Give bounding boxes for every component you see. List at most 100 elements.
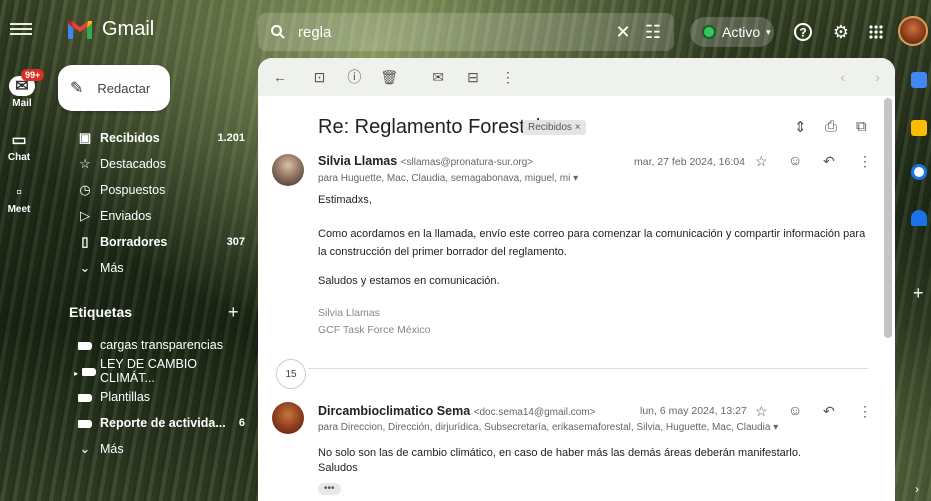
message-panel: ← ⊡ ⓘ 🗑 ✉ ⊟ ⋮ ‹ › Re: Reglamento Foresta… bbox=[258, 58, 895, 501]
compose-button[interactable]: ✎ Redactar bbox=[58, 65, 170, 111]
status-label: Activo bbox=[722, 24, 761, 40]
status-selector[interactable]: Activo ▾ bbox=[690, 17, 774, 47]
rail-mail-label: Mail bbox=[12, 98, 32, 109]
collapsed-divider bbox=[308, 368, 868, 369]
sender-avatar bbox=[272, 402, 304, 434]
move-to-icon[interactable]: ⊟ bbox=[456, 69, 491, 86]
search-input[interactable]: regla bbox=[298, 24, 608, 41]
scrollbar[interactable] bbox=[884, 98, 892, 338]
mail-badge: 99+ bbox=[21, 69, 45, 81]
label-item[interactable]: Plantillas bbox=[70, 385, 245, 409]
chevron-down-icon: ⌄ bbox=[79, 441, 91, 456]
label-item[interactable]: ▸ LEY DE CAMBIO CLIMÁT... bbox=[70, 357, 245, 385]
app-name: Gmail bbox=[102, 18, 155, 40]
expand-side-panel-icon[interactable]: › bbox=[915, 482, 919, 496]
message-body-1: Como acordamos en la llamada, envío este… bbox=[318, 228, 866, 258]
message-date-1: mar, 27 feb 2024, 16:04 bbox=[634, 156, 745, 168]
main-menu-button[interactable] bbox=[10, 20, 32, 38]
open-new-window-icon[interactable]: ⧉ bbox=[856, 118, 867, 135]
label-tag-icon bbox=[78, 393, 92, 402]
gmail-m-icon bbox=[68, 20, 92, 39]
reply-icon[interactable]: ↶ bbox=[823, 153, 835, 170]
account-avatar[interactable] bbox=[898, 16, 928, 46]
more-options-icon[interactable]: ⋮ bbox=[490, 69, 525, 86]
recipients-2[interactable]: para Direccion, Dirección, dirjurídica, … bbox=[318, 422, 778, 433]
inbox-label-chip[interactable]: Recibidos × bbox=[523, 120, 586, 135]
gmail-logo[interactable]: Gmail bbox=[66, 18, 154, 41]
recipients-1[interactable]: para Huguette, Mac, Claudia, semagabonav… bbox=[318, 173, 578, 184]
label-tag-icon bbox=[78, 341, 92, 350]
nav-item-destacados[interactable]: ☆ Destacados bbox=[70, 152, 245, 176]
nav-item-enviados[interactable]: ▷ Enviados bbox=[70, 204, 245, 228]
more-icon[interactable]: ⋮ bbox=[858, 403, 872, 420]
report-spam-icon[interactable]: ⓘ bbox=[337, 67, 372, 87]
star-icon[interactable]: ☆ bbox=[755, 403, 768, 420]
nav-item-recibidos[interactable]: ▣ Recibidos 1.201 bbox=[70, 126, 245, 150]
label-item[interactable]: Reporte de activida... 6 bbox=[70, 411, 245, 435]
sender-name-2: Dircambioclimatico Sema <doc.sema14@gmai… bbox=[318, 404, 596, 418]
sender-name-1: Silvia Llamas <sllamas@pronatura-sur.org… bbox=[318, 154, 534, 168]
search-icon[interactable] bbox=[270, 24, 286, 40]
newer-icon[interactable]: ‹ bbox=[825, 69, 860, 85]
expand-all-icon[interactable]: ⇕ bbox=[794, 118, 807, 136]
label-item[interactable]: cargas transparencias bbox=[70, 333, 245, 357]
rail-chat[interactable]: ▭ Chat bbox=[0, 130, 38, 163]
label-item-mas[interactable]: ⌄ Más bbox=[70, 437, 245, 461]
calendar-icon[interactable] bbox=[911, 72, 927, 88]
archive-icon[interactable]: ⊡ bbox=[302, 69, 337, 86]
nav-item-mas[interactable]: ⌄ Más bbox=[70, 256, 245, 280]
rail-meet[interactable]: ▫ Meet bbox=[0, 184, 38, 215]
message-body-2: No solo son las de cambio climático, en … bbox=[318, 447, 802, 459]
message-greeting-1: Estimadxs, bbox=[318, 194, 372, 206]
reply-icon[interactable]: ↶ bbox=[823, 403, 835, 420]
message-closing-2: Saludos bbox=[318, 462, 358, 474]
back-arrow-icon[interactable]: ← bbox=[258, 69, 302, 85]
rail-mail[interactable]: ✉ 99+ Mail bbox=[3, 69, 45, 109]
emoji-react-icon[interactable]: ☺ bbox=[788, 402, 802, 418]
rail-chat-label: Chat bbox=[7, 152, 31, 163]
emoji-react-icon[interactable]: ☺ bbox=[788, 152, 802, 168]
pencil-icon: ✎ bbox=[70, 80, 84, 97]
mark-unread-icon[interactable]: ✉ bbox=[421, 69, 456, 86]
nav-item-pospuestos[interactable]: ◷ Pospuestos bbox=[70, 178, 245, 202]
star-icon[interactable]: ☆ bbox=[755, 153, 768, 170]
search-bar[interactable]: regla ✕ ☷ bbox=[258, 13, 674, 51]
signature-org: GCF Task Force México bbox=[318, 324, 431, 336]
expand-arrow-icon[interactable]: ▸ bbox=[74, 369, 78, 378]
contacts-icon[interactable] bbox=[911, 210, 927, 226]
rail-meet-label: Meet bbox=[7, 204, 31, 215]
signature-name: Silvia Llamas bbox=[318, 307, 380, 319]
more-icon[interactable]: ⋮ bbox=[858, 153, 872, 170]
active-status-dot bbox=[702, 25, 716, 39]
send-icon: ▷ bbox=[80, 208, 90, 223]
clear-search-icon[interactable]: ✕ bbox=[608, 17, 638, 47]
show-trimmed-content-button[interactable]: ••• bbox=[318, 483, 341, 495]
tasks-icon[interactable] bbox=[911, 164, 927, 180]
settings-gear-icon[interactable]: ⚙ bbox=[826, 17, 856, 47]
compose-label: Redactar bbox=[97, 80, 151, 96]
collapsed-messages-count[interactable]: 15 bbox=[276, 359, 306, 389]
add-addon-icon[interactable]: + bbox=[913, 283, 924, 304]
delete-icon[interactable]: 🗑 bbox=[372, 69, 407, 86]
message-toolbar: ← ⊡ ⓘ 🗑 ✉ ⊟ ⋮ ‹ › bbox=[258, 58, 895, 96]
chevron-down-icon: ▾ bbox=[766, 26, 771, 37]
sender-avatar bbox=[272, 154, 304, 186]
inbox-icon: ▣ bbox=[78, 130, 92, 145]
search-options-icon[interactable]: ☷ bbox=[638, 17, 668, 47]
chevron-down-icon: ⌄ bbox=[79, 260, 91, 275]
video-icon: ▫ bbox=[16, 184, 22, 201]
help-icon[interactable]: ? bbox=[788, 17, 818, 47]
thread-subject: Re: Reglamento Forestal bbox=[318, 116, 541, 138]
chat-icon: ▭ bbox=[11, 132, 27, 149]
clock-icon: ◷ bbox=[79, 182, 91, 197]
draft-icon: ▯ bbox=[81, 234, 89, 249]
label-tag-icon bbox=[81, 367, 96, 376]
keep-icon[interactable] bbox=[911, 120, 927, 136]
print-icon[interactable]: ⎙ bbox=[825, 118, 837, 135]
nav-item-borradores[interactable]: ▯ Borradores 307 bbox=[70, 230, 245, 254]
add-label-icon[interactable]: + bbox=[228, 302, 239, 323]
apps-grid-icon[interactable] bbox=[861, 17, 891, 47]
message-date-2: lun, 6 may 2024, 13:27 bbox=[640, 405, 747, 417]
message-closing-1: Saludos y estamos en comunicación. bbox=[318, 275, 500, 287]
older-icon[interactable]: › bbox=[860, 69, 895, 85]
